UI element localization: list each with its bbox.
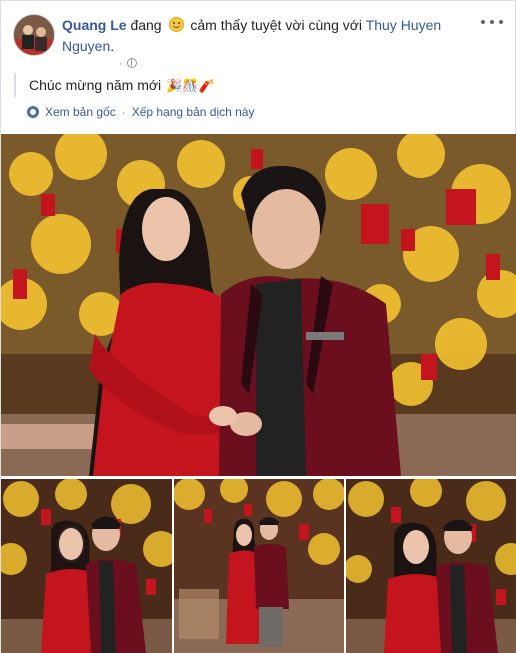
celebration-emoji-icon: 🎉🎊🧨: [166, 77, 215, 93]
post-meta: ·: [119, 56, 137, 70]
post-header: Quang Le đang cảm thấy tuyệt vời cùng vớ…: [62, 15, 472, 57]
feeling-text: cảm thấy tuyệt vời cùng với: [190, 17, 363, 33]
facebook-post: Quang Le đang cảm thấy tuyệt vời cùng vớ…: [0, 0, 516, 653]
timestamp[interactable]: ·: [119, 56, 123, 70]
author-name[interactable]: Quang Le: [62, 17, 127, 33]
rate-translation-link[interactable]: Xếp hạng bản dịch này: [132, 105, 255, 119]
status-text: Chúc mừng năm mới: [29, 77, 162, 93]
photo-main[interactable]: [1, 134, 516, 476]
separator: ·: [121, 105, 126, 119]
photo-thumb-2[interactable]: [174, 479, 344, 653]
tagged-suffix: .: [110, 38, 115, 54]
globe-icon[interactable]: [127, 58, 137, 68]
photo-thumb-1[interactable]: [1, 479, 172, 653]
author-avatar[interactable]: [13, 14, 55, 56]
feeling-prefix: đang: [130, 17, 162, 33]
smile-icon: [168, 17, 184, 32]
more-options-icon[interactable]: [481, 15, 503, 29]
photo-thumb-3[interactable]: [346, 479, 516, 653]
see-original-link[interactable]: Xem bản gốc: [45, 105, 116, 119]
gear-icon: [27, 106, 39, 118]
translation-bar: Xem bản gốc · Xếp hạng bản dịch này: [27, 105, 254, 119]
status-block: Chúc mừng năm mới 🎉🎊🧨: [14, 73, 215, 97]
